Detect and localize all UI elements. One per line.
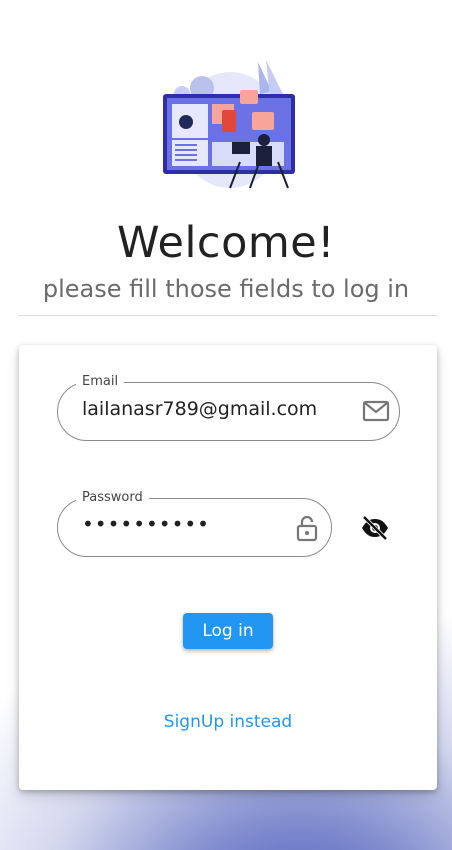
password-value: •••••••••• [82,512,210,536]
password-field[interactable]: Password •••••••••• [57,490,332,557]
mail-icon [362,400,390,422]
email-value: lailanasr789@gmail.com [82,398,318,420]
eye-off-icon[interactable] [360,515,390,541]
page-title: Welcome! [117,218,335,268]
page-subtitle: please fill those fields to log in [42,275,410,303]
email-label: Email [76,374,125,389]
login-card: Email lailanasr789@gmail.com Password ••… [19,345,437,790]
password-label: Password [76,490,149,505]
login-button[interactable]: Log in [183,613,273,649]
divider [18,315,437,316]
email-field[interactable]: Email lailanasr789@gmail.com [57,374,400,441]
login-illustration [163,60,295,189]
lock-icon [296,515,318,542]
signup-link[interactable]: SignUp instead [19,712,437,732]
